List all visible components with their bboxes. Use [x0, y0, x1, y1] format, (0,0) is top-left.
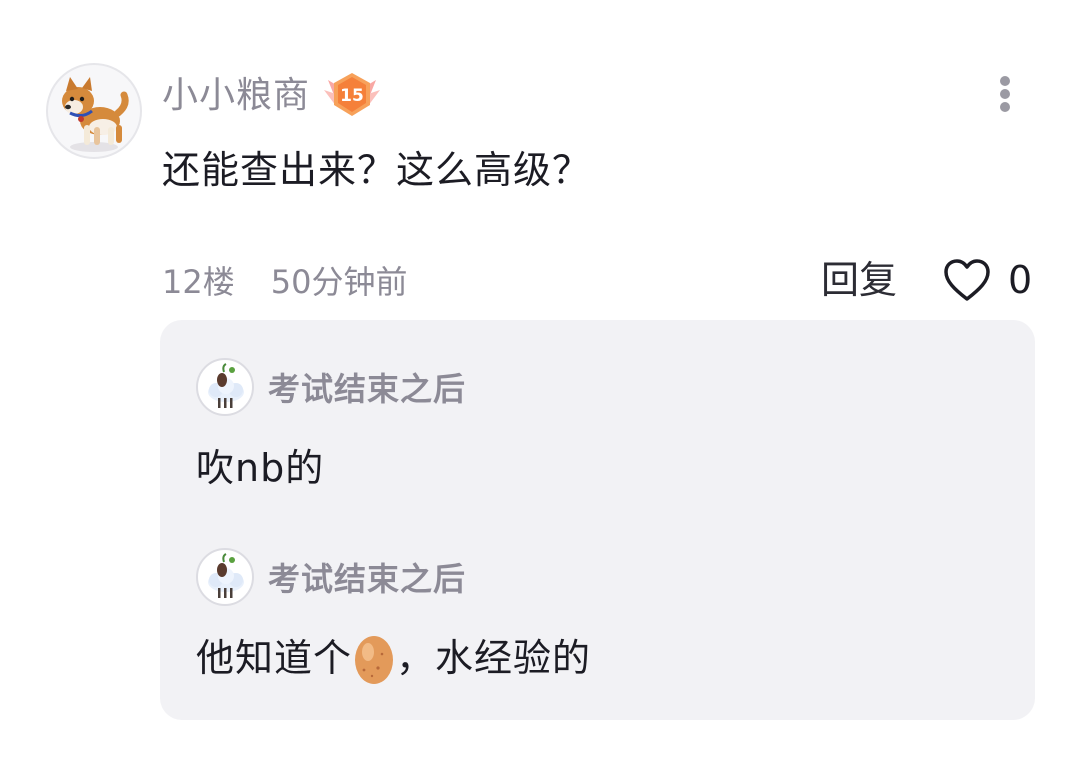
comment-time: 50分钟前: [270, 263, 408, 301]
comment-text: 还能查出来？这么高级？: [162, 148, 592, 192]
reply-username[interactable]: 考试结束之后: [268, 364, 466, 410]
more-dot: [1000, 102, 1010, 112]
reply-header: 考试结束之后: [196, 356, 466, 418]
user-avatar[interactable]: [46, 63, 142, 159]
egg-emoji-icon: [352, 630, 396, 686]
reply-text: 吹nb的: [196, 446, 325, 490]
floor-number: 12楼: [162, 263, 235, 301]
more-dot: [1000, 76, 1010, 86]
reply-text-before-emoji: 他知道个: [196, 636, 353, 680]
reply-button[interactable]: 回复: [821, 254, 897, 306]
username[interactable]: 小小粮商: [162, 70, 310, 122]
reply-text: 他知道个 ，水经验的: [196, 630, 591, 686]
sheep-avatar-image: [208, 363, 244, 408]
level-badge-icon: 15: [322, 70, 382, 122]
like-button[interactable]: 0: [942, 254, 1032, 306]
reply-avatar[interactable]: [196, 548, 254, 606]
reply-item[interactable]: 考试结束之后 他知道个 ，水经验的: [196, 546, 591, 686]
comment-item: 小小粮商 15 还能查出来？这么高级？ 12楼 50分钟前 回复 0 考试结束之…: [0, 0, 1080, 769]
reply-item[interactable]: 考试结束之后 吹nb的: [196, 356, 466, 496]
comment-header: 小小粮商 15: [162, 70, 382, 122]
level-number: 15: [340, 86, 364, 106]
reply-username[interactable]: 考试结束之后: [268, 554, 466, 600]
reply-avatar[interactable]: [196, 358, 254, 416]
more-options-icon[interactable]: [990, 72, 1020, 116]
sheep-avatar-image: [208, 553, 244, 598]
more-dot: [1000, 89, 1010, 99]
comment-meta: 12楼 50分钟前: [162, 256, 407, 304]
shiba-dog-avatar-image: [62, 77, 129, 152]
reply-text-after-emoji: ，水经验的: [396, 636, 592, 680]
heart-outline-icon: [944, 259, 990, 301]
replies-container[interactable]: 考试结束之后 吹nb的 考试结束之后 他知道个 ，水经验的: [160, 320, 1035, 720]
like-count: 0: [1008, 258, 1033, 302]
reply-header: 考试结束之后: [196, 546, 591, 608]
